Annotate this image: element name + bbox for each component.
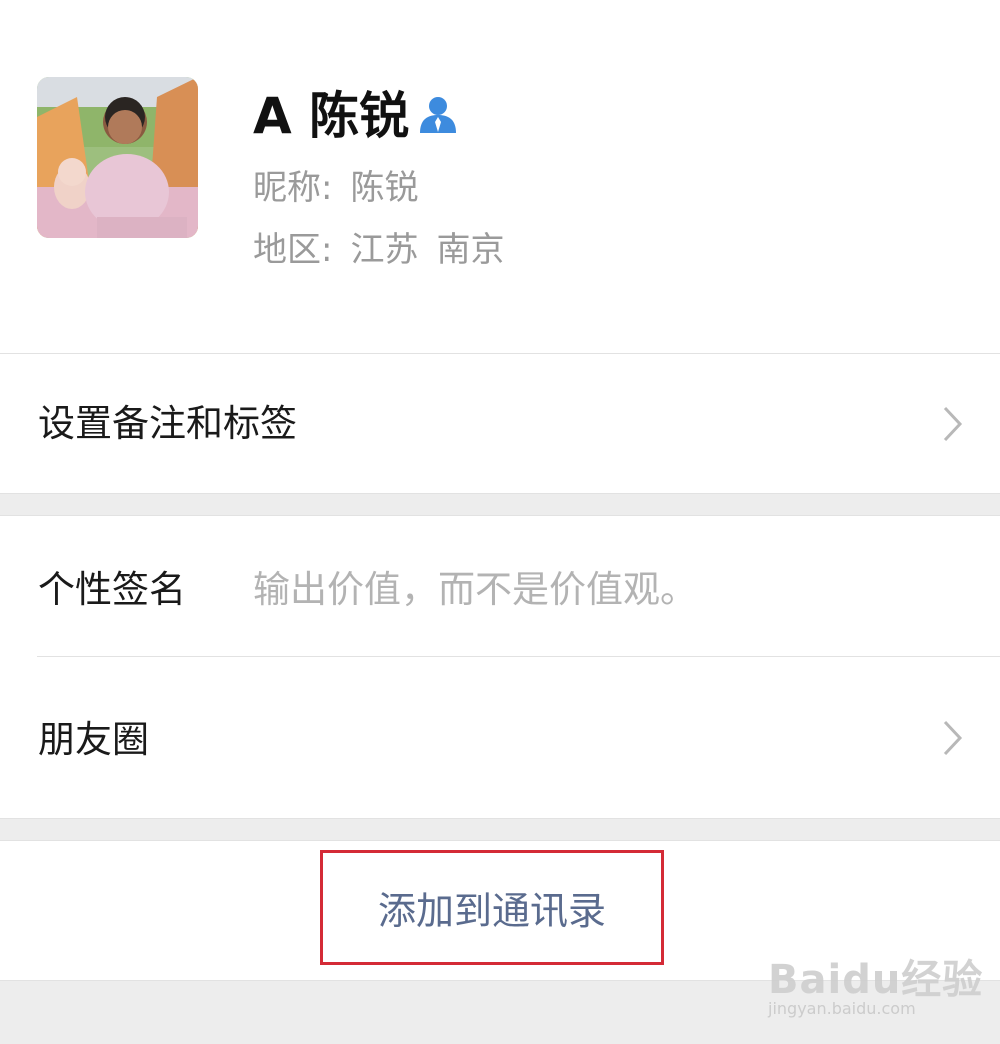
watermark-brand: Baidu经验 (768, 957, 984, 1003)
moments-label: 朋友圈 (38, 718, 149, 761)
region-province: 江苏 (350, 230, 419, 270)
signature-label: 个性签名 (38, 568, 186, 611)
region-label: 地区: (253, 230, 333, 270)
region-city: 南京 (436, 230, 505, 270)
signature-moments-group: 个性签名 输出价值，而不是价值观。 朋友圈 (0, 516, 1000, 818)
chevron-right-icon (940, 404, 964, 444)
remark-tags-label: 设置备注和标签 (38, 402, 297, 445)
nickname-value: 陈锐 (350, 168, 419, 208)
person-icon (418, 95, 458, 133)
remark-tags-row[interactable]: 设置备注和标签 (0, 354, 1000, 493)
chevron-right-icon (940, 718, 964, 758)
display-name: A 陈锐 (253, 87, 410, 145)
avatar[interactable] (37, 77, 198, 238)
nickname-line: 昵称: 陈锐 (253, 166, 418, 210)
watermark-domain: jingyan.baidu.com (768, 999, 916, 1018)
nickname-label: 昵称: (253, 168, 333, 208)
signature-value: 输出价值，而不是价值观。 (253, 568, 697, 611)
row-divider (37, 656, 1000, 657)
baidu-watermark: Baidu经验 jingyan.baidu.com (768, 935, 982, 1025)
divider (0, 818, 1000, 819)
add-to-contacts-button[interactable]: 添加到通讯录 (320, 850, 664, 965)
divider (0, 493, 1000, 494)
region-line: 地区: 江苏 南京 (253, 228, 504, 272)
profile-header: A 陈锐 昵称: 陈锐 地区: 江苏 南京 (0, 0, 1000, 353)
